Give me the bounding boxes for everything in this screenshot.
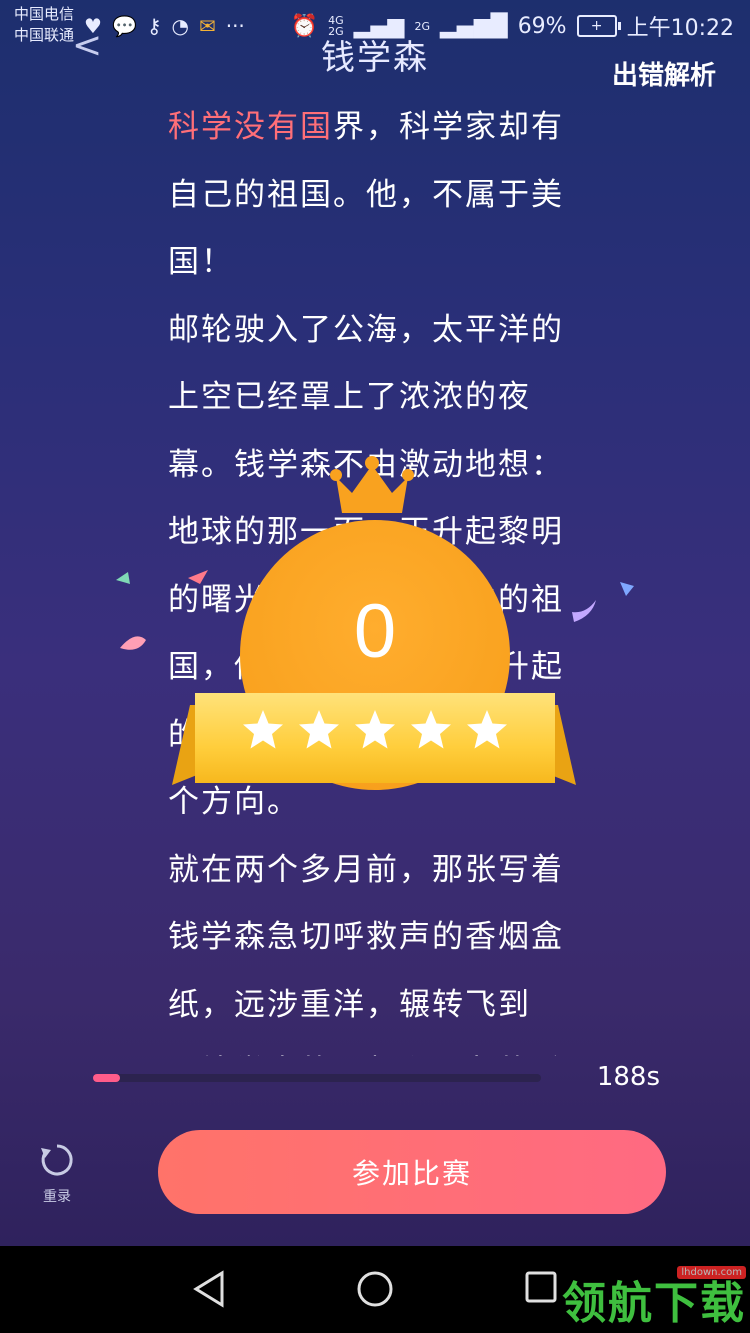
time-remaining: 188s: [596, 1062, 660, 1092]
star-rating: [195, 708, 555, 768]
star-icon: [299, 710, 339, 749]
progress-fill: [93, 1074, 120, 1082]
watermark-brand: 领航下载: [562, 1278, 746, 1329]
back-nav-icon[interactable]: [192, 1270, 226, 1308]
system-nav-bar: lhdown.com 领航下载: [0, 1246, 750, 1333]
watermark: lhdown.com 领航下载: [562, 1260, 746, 1329]
star-icon: [355, 710, 395, 749]
rerecord-label: 重录: [43, 1189, 71, 1205]
rerecord-button[interactable]: 重录: [30, 1140, 84, 1206]
recents-nav-icon[interactable]: [524, 1270, 558, 1304]
star-icon: [411, 710, 451, 749]
progress-bar: [93, 1074, 541, 1082]
join-contest-button[interactable]: 参加比赛: [158, 1130, 666, 1214]
crown-icon: [330, 456, 414, 513]
refresh-icon: [41, 1144, 73, 1176]
star-icon: [243, 710, 283, 749]
home-nav-icon[interactable]: [356, 1270, 394, 1308]
star-icon: [467, 710, 507, 749]
